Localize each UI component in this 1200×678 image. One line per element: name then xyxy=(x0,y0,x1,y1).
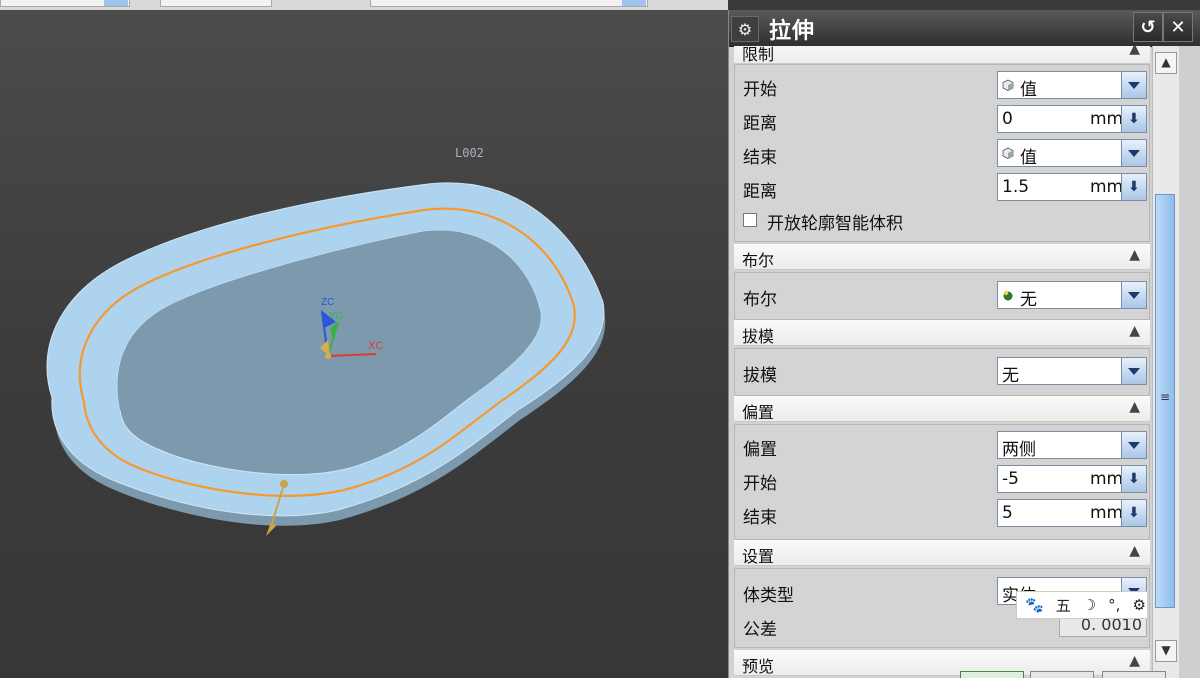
scroll-up-button[interactable]: ▲ xyxy=(1155,52,1177,74)
start-type-select[interactable]: 值 xyxy=(997,71,1147,100)
offset-label: 偏置 xyxy=(743,440,777,460)
chevron-down-icon[interactable] xyxy=(1121,432,1146,458)
dialog-title: 拉伸 xyxy=(769,19,816,44)
offset-start-label: 开始 xyxy=(743,474,777,494)
collapse-icon[interactable]: ▲ xyxy=(1129,543,1140,559)
cancel-button[interactable] xyxy=(1102,671,1166,678)
draft-select[interactable]: 无 xyxy=(997,357,1147,386)
unit-label: mm xyxy=(1090,469,1122,489)
collapse-icon[interactable]: ▲ xyxy=(1129,653,1140,669)
axis-y-label: YC xyxy=(329,311,343,322)
collapse-icon[interactable]: ▲ xyxy=(1129,399,1140,415)
close-button[interactable]: ✕ xyxy=(1163,12,1193,42)
paw-icon[interactable]: 🐾 xyxy=(1025,596,1044,614)
offset-start-input[interactable]: -5 mm ⬇ xyxy=(997,465,1147,493)
axis-x-label: XC xyxy=(368,340,384,352)
dialog-content: 限制 ▲ 开始 值 距离 0 mm ⬇ 结束 值 距离 1.5 mm ⬇ 开放轮… xyxy=(729,46,1151,678)
boolean-label: 布尔 xyxy=(743,290,777,310)
toolbar-dropdown-arrow[interactable] xyxy=(622,0,646,6)
apply-button[interactable] xyxy=(1030,671,1094,678)
start-distance-input[interactable]: 0 mm ⬇ xyxy=(997,105,1147,133)
end-type-select[interactable]: 值 xyxy=(997,139,1147,168)
extrude-dialog: ⚙ 拉伸 ↺ ✕ 限制 ▲ 开始 值 距离 0 mm ⬇ 结束 值 距离 1.5… xyxy=(728,10,1200,678)
start-distance-label: 距离 xyxy=(743,114,777,134)
offset-group: 偏置 两侧 开始 -5 mm ⬇ 结束 5 mm ⬇ xyxy=(734,424,1150,540)
unit-label: mm xyxy=(1090,109,1122,129)
ime-toolbar[interactable]: 🐾 五 ☽ °, ⚙ xyxy=(1016,591,1148,619)
value-cube-icon xyxy=(1002,79,1014,91)
punctuation-icon[interactable]: °, xyxy=(1108,596,1120,614)
collapse-icon[interactable]: ▲ xyxy=(1129,323,1140,339)
arrow-down-icon[interactable]: ⬇ xyxy=(1121,174,1146,200)
toolbar-field[interactable] xyxy=(160,0,272,7)
section-label: 偏置 xyxy=(742,403,775,422)
sketch-label: L002 xyxy=(455,146,484,160)
gear-icon[interactable]: ⚙ xyxy=(731,16,759,42)
section-header-boolean[interactable]: 布尔 ▲ xyxy=(734,244,1150,270)
direction-handle xyxy=(280,480,288,488)
reset-icon: ↺ xyxy=(1140,16,1156,38)
offset-end-label: 结束 xyxy=(743,508,777,528)
gear-icon[interactable]: ⚙ xyxy=(1132,596,1145,614)
toolbar-dropdown-arrow[interactable] xyxy=(104,0,128,6)
section-label: 布尔 xyxy=(742,251,775,270)
chevron-down-icon[interactable] xyxy=(1121,140,1146,166)
value-cube-icon xyxy=(1002,147,1014,159)
axis-z-label: ZC xyxy=(321,297,335,308)
offset-end-input[interactable]: 5 mm ⬇ xyxy=(997,499,1147,527)
grip-icon: ≡ xyxy=(1160,390,1171,404)
section-label: 拔模 xyxy=(742,327,775,346)
scroll-down-button[interactable]: ▼ xyxy=(1155,640,1177,662)
ime-mode[interactable]: 五 xyxy=(1056,595,1071,616)
limits-group: 开始 值 距离 0 mm ⬇ 结束 值 距离 1.5 mm ⬇ 开放轮廓智能体积 xyxy=(734,64,1150,242)
boolean-none-icon xyxy=(1003,290,1013,301)
graphics-viewport[interactable]: L002 XC YC ZC xyxy=(0,10,728,678)
dialog-right-edge xyxy=(1179,46,1200,678)
collapse-icon[interactable]: ▲ xyxy=(1129,46,1140,57)
draft-label: 拔模 xyxy=(743,366,777,386)
close-icon: ✕ xyxy=(1170,16,1186,38)
section-label: 限制 xyxy=(742,46,775,64)
body-type-label: 体类型 xyxy=(743,586,794,606)
end-distance-label: 距离 xyxy=(743,182,777,202)
section-header-settings[interactable]: 设置 ▲ xyxy=(734,540,1150,566)
chevron-down-icon[interactable] xyxy=(1121,282,1146,308)
boolean-select[interactable]: 无 xyxy=(997,281,1147,310)
unit-label: mm xyxy=(1090,503,1122,523)
origin-point xyxy=(325,353,331,359)
offset-select[interactable]: 两侧 xyxy=(997,431,1147,460)
unit-label: mm xyxy=(1090,177,1122,197)
dialog-title-bar: ⚙ 拉伸 ↺ ✕ xyxy=(729,10,1200,47)
open-profile-checkbox[interactable] xyxy=(743,213,757,227)
end-label: 结束 xyxy=(743,148,777,168)
section-header-draft[interactable]: 拔模 ▲ xyxy=(734,320,1150,346)
ok-button[interactable] xyxy=(960,671,1024,678)
open-profile-label: 开放轮廓智能体积 xyxy=(767,214,903,234)
toolbar-field[interactable] xyxy=(370,0,648,7)
dialog-scrollbar[interactable]: ▲ ≡ ▼ xyxy=(1152,46,1179,678)
chevron-down-icon[interactable] xyxy=(1121,72,1146,98)
end-distance-input[interactable]: 1.5 mm ⬇ xyxy=(997,173,1147,201)
start-label: 开始 xyxy=(743,80,777,100)
model-canvas[interactable] xyxy=(0,10,728,678)
tolerance-label: 公差 xyxy=(743,620,777,640)
draft-group: 拔模 无 xyxy=(734,348,1150,396)
boolean-group: 布尔 无 xyxy=(734,272,1150,320)
reset-button[interactable]: ↺ xyxy=(1133,12,1163,42)
arrow-down-icon[interactable]: ⬇ xyxy=(1121,500,1146,526)
chevron-down-icon[interactable] xyxy=(1121,358,1146,384)
arrow-down-icon[interactable]: ⬇ xyxy=(1121,466,1146,492)
section-header-offset[interactable]: 偏置 ▲ xyxy=(734,396,1150,422)
arrow-down-icon[interactable]: ⬇ xyxy=(1121,106,1146,132)
collapse-icon[interactable]: ▲ xyxy=(1129,247,1140,263)
section-header-limits[interactable]: 限制 ▲ xyxy=(734,46,1150,64)
moon-icon[interactable]: ☽ xyxy=(1083,596,1096,614)
scroll-thumb[interactable]: ≡ xyxy=(1155,194,1175,608)
section-label: 预览 xyxy=(742,657,775,676)
section-label: 设置 xyxy=(742,547,775,566)
